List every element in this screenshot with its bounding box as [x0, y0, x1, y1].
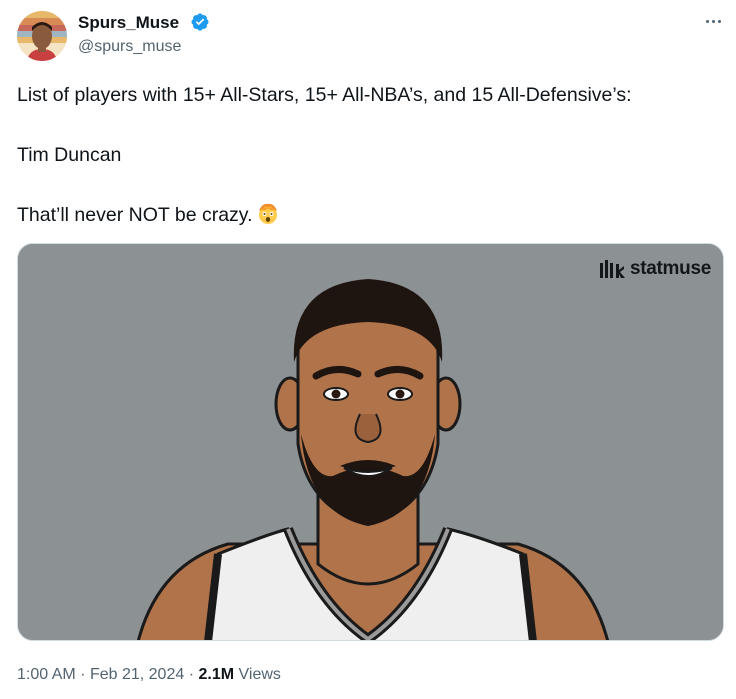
verified-badge-icon[interactable] — [190, 12, 210, 32]
player-illustration — [18, 244, 723, 640]
tweet-text: List of players with 15+ All-Stars, 15+ … — [17, 80, 717, 234]
statmuse-logo: statmuse — [599, 258, 711, 280]
statmuse-brand-text: statmuse — [629, 258, 711, 279]
views-label: Views — [238, 666, 281, 683]
tweet-line: List of players with 15+ All-Stars, 15+ … — [17, 84, 632, 106]
tweet-line: Tim Duncan — [17, 144, 122, 166]
tweet-line: That’ll never NOT be crazy. — [17, 200, 717, 234]
author-handle[interactable]: @spurs_muse — [78, 37, 181, 57]
views-count: 2.1M — [198, 666, 235, 683]
exploding-head-emoji — [256, 201, 280, 234]
tweet-meta: 1:00 AM · Feb 21, 2024 · 2.1M Views — [17, 664, 281, 686]
tweet-media-image[interactable]: statmuse — [17, 243, 724, 641]
meta-separator: · — [80, 666, 86, 683]
tweet-line-text: That’ll never NOT be crazy. — [17, 204, 253, 226]
meta-separator: · — [188, 666, 195, 683]
tweet-date[interactable]: Feb 21, 2024 — [90, 666, 184, 683]
tweet-time[interactable]: 1:00 AM — [17, 666, 76, 683]
author-display-name[interactable]: Spurs_Muse — [78, 12, 179, 34]
statmuse-logo-icon — [599, 260, 625, 278]
more-horizontal-icon[interactable] — [696, 8, 730, 34]
avatar[interactable] — [17, 11, 67, 61]
